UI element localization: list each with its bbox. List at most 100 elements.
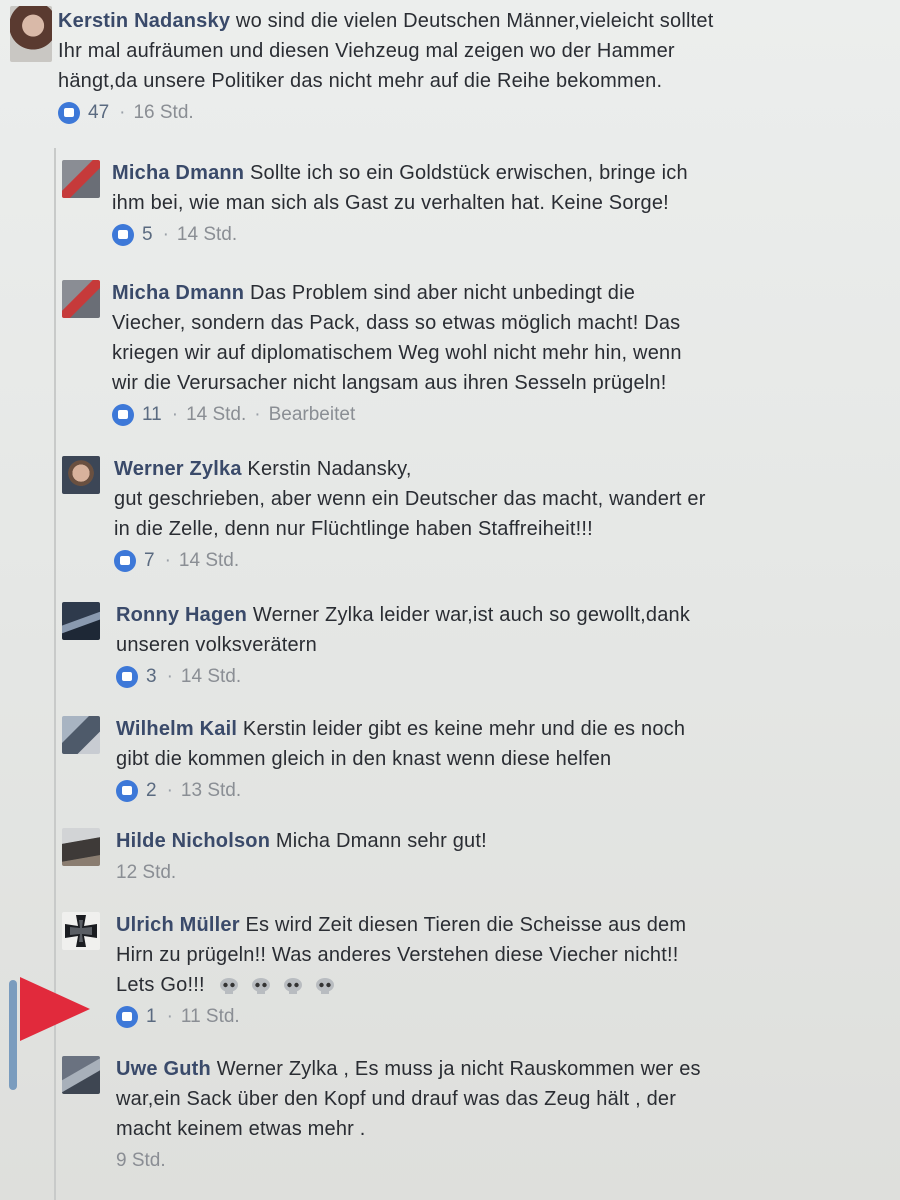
red-arrow-marker xyxy=(20,977,90,1041)
skull-icon xyxy=(284,977,303,994)
reply-meta: 9 Std. xyxy=(116,1150,892,1172)
like-count[interactable]: 1 xyxy=(146,1006,157,1028)
thread-line xyxy=(54,148,56,1200)
like-icon[interactable] xyxy=(116,1006,138,1028)
skull-icon xyxy=(252,977,271,994)
timestamp[interactable]: 14 Std. xyxy=(177,224,237,246)
reply-meta: 12 Std. xyxy=(116,862,892,884)
avatar-ronny[interactable] xyxy=(62,602,100,640)
main-comment-text-line: Ihr mal aufräumen und diesen Viehzeug ma… xyxy=(58,40,675,62)
reply-author[interactable]: Ulrich Müller xyxy=(116,914,240,936)
reply-body: Micha Dmann Das Problem sind aber nicht … xyxy=(112,278,892,398)
reply-text-line: in die Zelle, denn nur Flüchtlinge haben… xyxy=(114,518,593,540)
reply-meta: 5 · 14 Std. xyxy=(112,224,892,246)
reply-meta: 3 · 14 Std. xyxy=(116,666,892,688)
reply-text-line: macht keinem etwas mehr . xyxy=(116,1118,366,1140)
comment-thread-screen: Kerstin Nadansky wo sind die vielen Deut… xyxy=(0,0,900,1200)
separator-dot: · xyxy=(164,550,171,571)
iron-cross-icon xyxy=(65,915,97,947)
reply-author[interactable]: Werner Zylka xyxy=(114,458,242,480)
reply-text-line: Sollte ich so ein Goldstück erwischen, b… xyxy=(250,162,688,184)
reply-text-line: kriegen wir auf diplomatischem Weg wohl … xyxy=(112,342,682,364)
avatar-hilde[interactable] xyxy=(62,828,100,866)
main-comment-meta: 47 · 16 Std. xyxy=(58,102,888,124)
separator-dot: · xyxy=(162,224,169,245)
timestamp[interactable]: 12 Std. xyxy=(116,862,176,884)
like-count[interactable]: 7 xyxy=(144,550,155,572)
reply-meta: 11 · 14 Std. · Bearbeitet xyxy=(112,404,892,426)
timestamp[interactable]: 16 Std. xyxy=(133,102,193,124)
avatar-kerstin[interactable] xyxy=(10,6,52,62)
main-comment-body: Kerstin Nadansky wo sind die vielen Deut… xyxy=(58,6,888,96)
like-count[interactable]: 2 xyxy=(146,780,157,802)
like-icon[interactable] xyxy=(116,666,138,688)
timestamp[interactable]: 11 Std. xyxy=(181,1006,240,1028)
reply-text-line: wir die Verursacher nicht langsam aus ih… xyxy=(112,372,667,394)
reply-text-line: unseren volksverätern xyxy=(116,634,317,656)
timestamp[interactable]: 9 Std. xyxy=(116,1150,166,1172)
reply-author[interactable]: Micha Dmann xyxy=(112,162,244,184)
reply-body: Hilde Nicholson Micha Dmann sehr gut! xyxy=(116,826,892,856)
reply-text-line: gibt die kommen gleich in den knast wenn… xyxy=(116,748,612,770)
edited-label[interactable]: Bearbeitet xyxy=(269,404,356,426)
annotation-marker-bar xyxy=(9,980,17,1090)
main-comment-text-line: hängt,da unsere Politiker das nicht mehr… xyxy=(58,70,663,92)
separator-dot: · xyxy=(119,102,126,123)
reply-body: Werner Zylka Kerstin Nadansky, gut gesch… xyxy=(114,454,892,544)
like-icon[interactable] xyxy=(58,102,80,124)
reply-body: Uwe Guth Werner Zylka , Es muss ja nicht… xyxy=(116,1054,892,1144)
like-icon[interactable] xyxy=(116,780,138,802)
timestamp[interactable]: 13 Std. xyxy=(181,780,241,802)
reply-author[interactable]: Ronny Hagen xyxy=(116,604,247,626)
reply-text-line: Hirn zu prügeln!! Was anderes Verstehen … xyxy=(116,944,679,966)
reply-body: Ronny Hagen Werner Zylka leider war,ist … xyxy=(116,600,892,660)
skull-icon xyxy=(220,977,239,994)
reply-author[interactable]: Micha Dmann xyxy=(112,282,244,304)
reply-text-line: Werner Zylka , Es muss ja nicht Rauskomm… xyxy=(216,1058,701,1080)
avatar-uwe[interactable] xyxy=(62,1056,100,1094)
reply-text-line: Es wird Zeit diesen Tieren die Scheisse … xyxy=(245,914,687,936)
avatar-wilhelm[interactable] xyxy=(62,716,100,754)
like-count[interactable]: 47 xyxy=(88,102,109,124)
reply-author[interactable]: Hilde Nicholson xyxy=(116,830,270,852)
avatar-ulrich[interactable] xyxy=(62,912,100,950)
reply-text-line: Micha Dmann sehr gut! xyxy=(275,830,487,852)
timestamp[interactable]: 14 Std. xyxy=(181,666,241,688)
main-comment-author[interactable]: Kerstin Nadansky xyxy=(58,10,230,32)
timestamp[interactable]: 14 Std. xyxy=(179,550,239,572)
avatar-werner[interactable] xyxy=(62,456,100,494)
like-count[interactable]: 3 xyxy=(146,666,157,688)
reply-text-line: Werner Zylka leider war,ist auch so gewo… xyxy=(252,604,691,626)
like-count[interactable]: 11 xyxy=(142,404,162,426)
reply-text-line: Viecher, sondern das Pack, dass so etwas… xyxy=(112,312,681,334)
reply-author[interactable]: Uwe Guth xyxy=(116,1058,211,1080)
separator-dot: · xyxy=(166,780,173,801)
main-comment-text-line: wo sind die vielen Deutschen Männer,viel… xyxy=(235,10,714,32)
reply-body: Micha Dmann Sollte ich so ein Goldstück … xyxy=(112,158,892,218)
reply-meta: 1 · 11 Std. xyxy=(116,1006,892,1028)
reply-meta: 2 · 13 Std. xyxy=(116,780,892,802)
avatar-micha[interactable] xyxy=(62,160,100,198)
like-count[interactable]: 5 xyxy=(142,224,153,246)
like-icon[interactable] xyxy=(112,404,134,426)
reply-text-line: gut geschrieben, aber wenn ein Deutscher… xyxy=(114,488,706,510)
skull-icon xyxy=(316,977,335,994)
separator-dot: · xyxy=(166,666,173,687)
like-icon[interactable] xyxy=(112,224,134,246)
reply-body: Ulrich Müller Es wird Zeit diesen Tieren… xyxy=(116,910,892,1000)
avatar-micha[interactable] xyxy=(62,280,100,318)
separator-dot: · xyxy=(254,404,261,425)
reply-text-line: Kerstin Nadansky, xyxy=(247,458,412,480)
reply-text-line: Das Problem sind aber nicht unbedingt di… xyxy=(250,282,636,304)
reply-text-line: war,ein Sack über den Kopf und drauf was… xyxy=(116,1088,677,1110)
reply-text-line: Kerstin leider gibt es keine mehr und di… xyxy=(242,718,686,740)
reply-body: Wilhelm Kail Kerstin leider gibt es kein… xyxy=(116,714,892,774)
reply-meta: 7 · 14 Std. xyxy=(114,550,892,572)
like-icon[interactable] xyxy=(114,550,136,572)
reply-author[interactable]: Wilhelm Kail xyxy=(116,718,237,740)
reply-text-line: ihm bei, wie man sich als Gast zu verhal… xyxy=(112,192,669,214)
timestamp[interactable]: 14 Std. xyxy=(186,404,246,426)
separator-dot: · xyxy=(171,404,179,425)
separator-dot: · xyxy=(166,1006,173,1027)
reply-text-line: Lets Go!!! xyxy=(116,974,205,996)
